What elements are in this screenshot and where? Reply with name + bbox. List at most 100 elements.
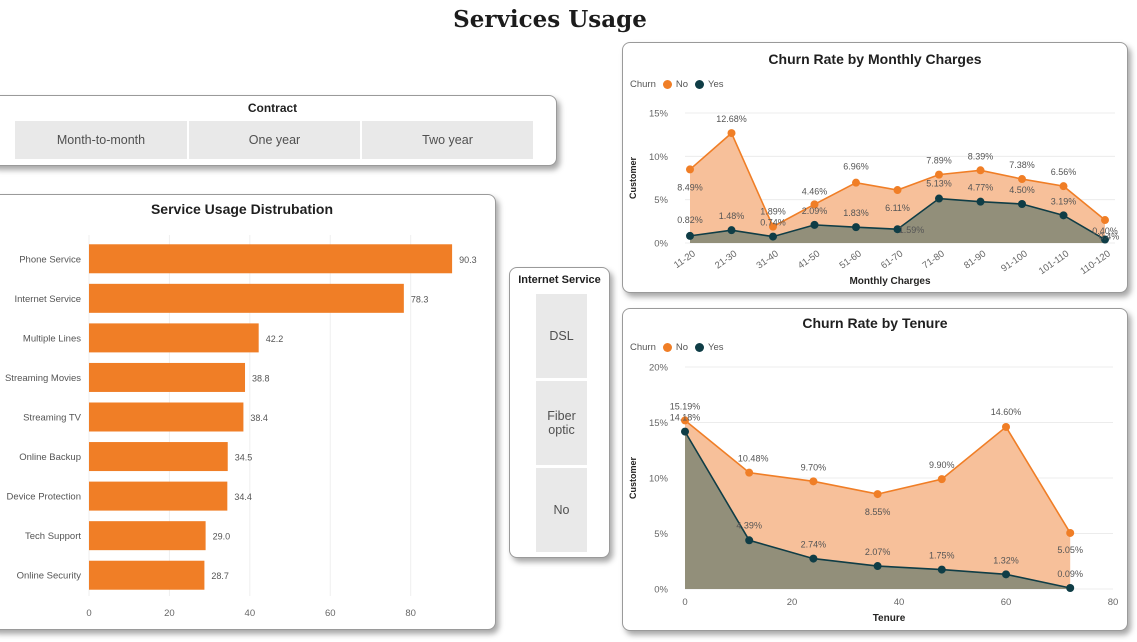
x-tick-label: 0 — [682, 597, 687, 608]
bar-category-label: Streaming Movies — [5, 373, 81, 384]
data-label-no: 15.19% — [670, 401, 701, 411]
x-tick-label: 21-30 — [713, 248, 739, 271]
point-no — [937, 475, 946, 484]
internet-option-fiber-optic[interactable]: Fiber optic — [536, 381, 587, 465]
data-label-yes: 2.07% — [865, 547, 891, 557]
contract-option-two-year[interactable]: Two year — [362, 121, 533, 159]
point-no — [686, 165, 694, 174]
y-tick-label: 15% — [649, 418, 669, 429]
x-tick-label: 60 — [325, 608, 336, 619]
y-tick-label: 10% — [649, 474, 669, 485]
bar-category-label: Internet Service — [14, 294, 81, 305]
point-yes — [681, 427, 689, 436]
bar-value-label: 34.5 — [235, 453, 253, 463]
point-no — [935, 170, 943, 179]
churn-tenure-card: Churn Rate by Tenure Churn No Yes 0% 5% 10… — [622, 308, 1128, 631]
data-label-no: 8.39% — [968, 151, 994, 161]
x-tick-label: 61-70 — [879, 248, 905, 271]
data-label-yes: 1.32% — [993, 555, 1019, 565]
y-tick-label: 20% — [649, 363, 669, 374]
x-axis-title: Monthly Charges — [849, 276, 931, 287]
bar-category-label: Phone Service — [19, 254, 81, 265]
point-yes — [1002, 570, 1010, 579]
bar — [89, 560, 205, 590]
bar-value-label: 42.2 — [266, 334, 284, 344]
x-tick-label: 40 — [245, 608, 256, 619]
bar-category-label: Online Security — [17, 571, 82, 582]
point-no — [1066, 528, 1075, 537]
point-yes — [937, 565, 946, 574]
y-tick-label: 0% — [654, 239, 668, 250]
point-no — [1059, 182, 1068, 191]
data-label-no: 9.70% — [801, 462, 827, 472]
data-label-yes: 1.59% — [899, 225, 925, 235]
x-tick-label: 20 — [164, 608, 175, 619]
data-label-yes: 1.48% — [719, 211, 745, 221]
bar-value-label: 28.7 — [211, 571, 229, 581]
x-axis-title: Tenure — [873, 613, 906, 624]
contract-option-one-year[interactable]: One year — [189, 121, 360, 159]
bar-category-label: Online Backup — [19, 452, 81, 463]
bar-value-label: 29.0 — [213, 532, 231, 542]
data-label-yes: 5.13% — [926, 179, 952, 189]
point-yes — [1059, 211, 1068, 220]
data-label-no: 14.60% — [991, 407, 1022, 417]
point-yes — [1066, 584, 1075, 593]
bar — [89, 283, 404, 313]
bar-value-label: 90.3 — [459, 255, 477, 265]
data-label-no: 4.46% — [802, 186, 828, 196]
y-axis-title: Customer — [628, 157, 638, 200]
contract-slicer: Contract Month-to-month One year Two yea… — [0, 95, 557, 166]
point-yes — [686, 231, 694, 240]
x-tick-label: 60 — [1001, 597, 1012, 608]
y-axis-title: Customer — [628, 457, 638, 500]
point-yes — [1018, 200, 1026, 208]
x-tick-label: 41-50 — [796, 248, 822, 271]
churn-monthly-chart: 0% 5% 10% 15% 8.49% 12.68% 1.89% 4.46% 6.96% 6.11… — [628, 109, 1119, 288]
data-label-no: 10.48% — [738, 454, 769, 464]
data-label-no: 1.89% — [760, 207, 786, 217]
data-label-no: 8.55% — [865, 507, 891, 517]
point-no — [745, 468, 754, 477]
x-tick-label: 91-100 — [999, 248, 1030, 274]
point-yes — [745, 536, 754, 545]
point-yes — [727, 226, 736, 235]
bar — [89, 402, 244, 432]
data-label-yes: 0.09% — [1057, 569, 1083, 579]
internet-service-slicer: Internet Service DSL Fiber optic No — [509, 267, 610, 558]
point-no — [1002, 422, 1010, 431]
bar — [89, 442, 228, 472]
x-tick-label: 80 — [1108, 597, 1119, 608]
x-tick-label: 80 — [405, 608, 416, 619]
internet-option-dsl[interactable]: DSL — [536, 294, 587, 378]
x-tick-label: 20 — [787, 597, 798, 608]
y-tick-label: 10% — [649, 152, 669, 163]
contract-slicer-title: Contract — [247, 101, 298, 115]
point-yes — [873, 562, 882, 571]
contract-option-month-to-month[interactable]: Month-to-month — [15, 121, 187, 159]
data-label-yes: 1.75% — [929, 551, 955, 561]
data-label-yes: 2.74% — [801, 540, 827, 550]
x-tick-label: 40 — [894, 597, 905, 608]
y-tick-label: 5% — [654, 529, 668, 540]
point-no — [893, 186, 902, 195]
data-label-no: 6.56% — [1051, 167, 1077, 177]
bar-value-label: 38.8 — [252, 373, 270, 383]
bar — [89, 521, 206, 551]
point-no — [1101, 216, 1109, 225]
data-label-yes: 0.74% — [760, 218, 786, 228]
page-title: Services Usage — [453, 6, 647, 33]
point-yes — [976, 197, 985, 206]
point-yes — [810, 220, 819, 229]
point-yes — [809, 554, 818, 563]
data-label-no: 6.96% — [843, 162, 869, 172]
x-tick-label: 81-90 — [962, 248, 988, 271]
point-no — [976, 166, 985, 175]
service-usage-chart: 0 20 40 60 80 Phone Service 90.3 Internet Servi… — [5, 235, 477, 619]
internet-option-no[interactable]: No — [536, 468, 587, 552]
point-no — [873, 490, 882, 499]
point-no — [852, 178, 860, 187]
y-tick-label: 0% — [654, 585, 668, 596]
x-tick-label: 31-40 — [754, 248, 780, 271]
x-tick-label: 0 — [86, 608, 91, 619]
